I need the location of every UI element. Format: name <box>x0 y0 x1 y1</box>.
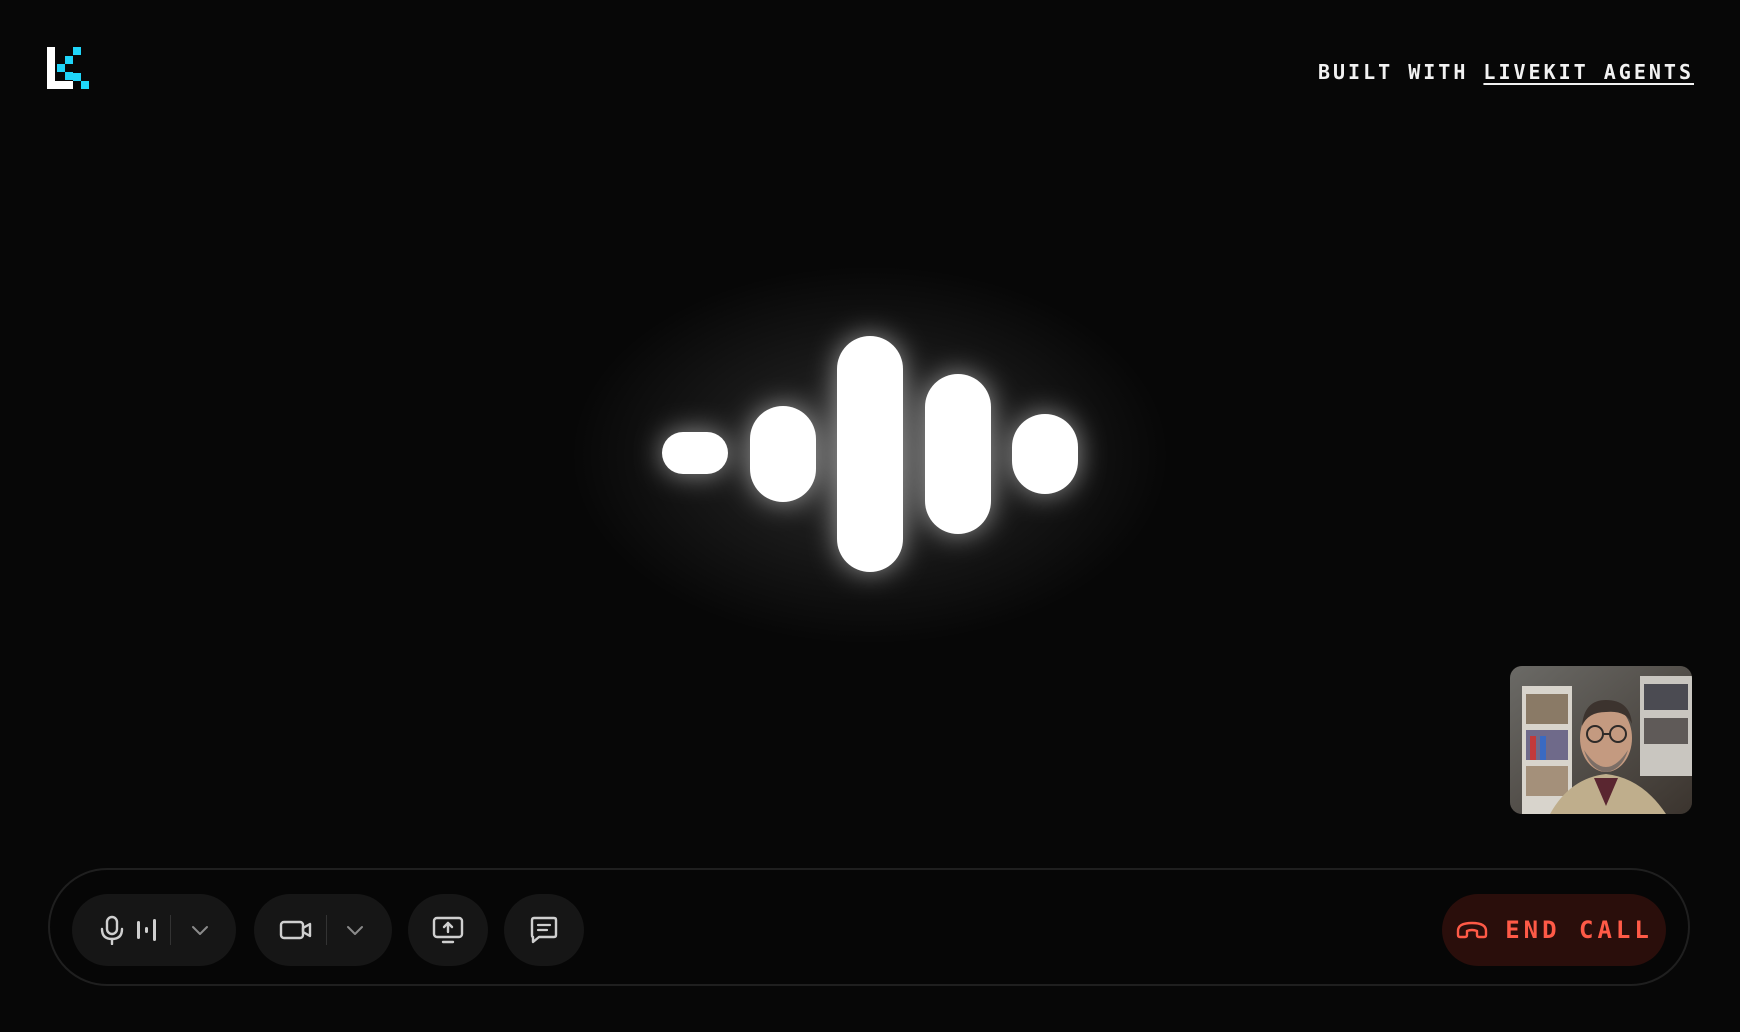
microphone-options-chevron-icon[interactable] <box>171 924 229 936</box>
chat-icon <box>529 916 559 944</box>
microphone-icon[interactable] <box>92 915 132 945</box>
camera-control[interactable] <box>254 894 392 966</box>
visualizer-bar <box>925 374 991 534</box>
microphone-control[interactable] <box>72 894 236 966</box>
camera-icon[interactable] <box>276 918 316 942</box>
screen-share-icon <box>432 915 464 945</box>
end-call-label: END CALL <box>1505 916 1653 944</box>
visualizer-bar <box>1012 414 1078 494</box>
voice-agent-screen: BUILT WITH LIVEKIT AGENTS END CALL <box>0 0 1740 1032</box>
self-camera-preview[interactable] <box>1510 666 1692 814</box>
camera-options-chevron-icon[interactable] <box>327 924 383 936</box>
visualizer-bar <box>662 432 728 474</box>
camera-feed-image <box>1510 666 1692 814</box>
chat-button[interactable] <box>504 894 584 966</box>
end-call-button[interactable]: END CALL <box>1442 894 1666 966</box>
hang-up-phone-icon <box>1455 919 1489 941</box>
control-bar: END CALL <box>48 868 1690 986</box>
screen-share-button[interactable] <box>408 894 488 966</box>
visualizer-bar <box>750 406 816 502</box>
visualizer-bar <box>837 336 903 572</box>
audio-level-icon <box>132 917 162 943</box>
